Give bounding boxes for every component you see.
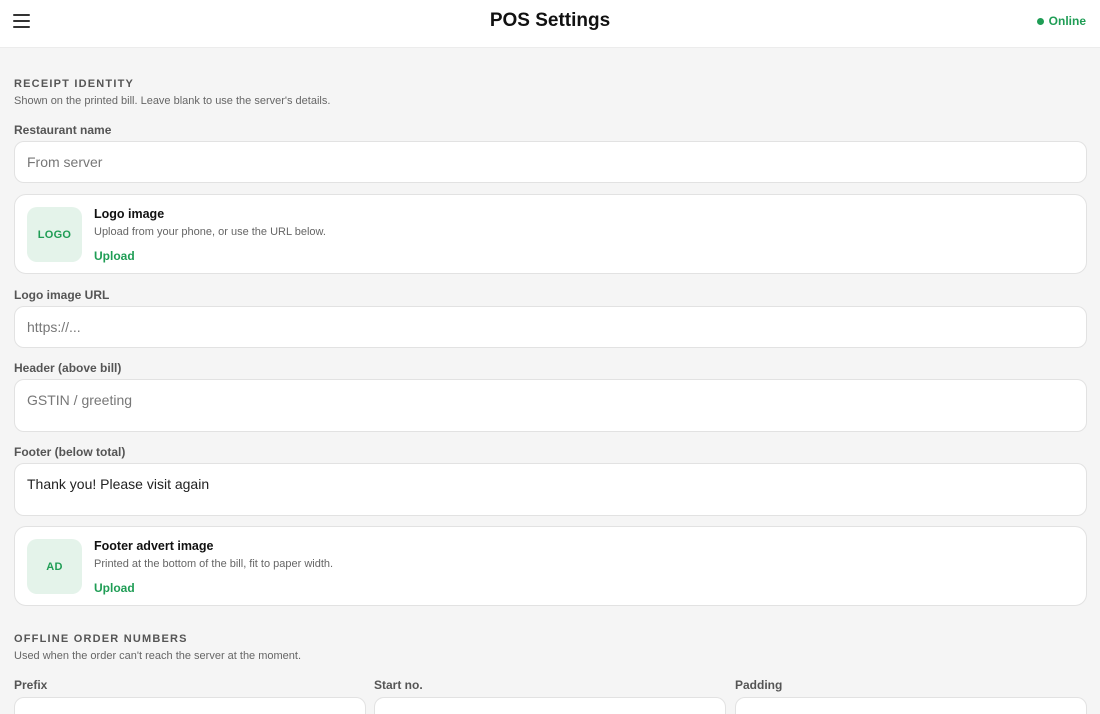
page-title: POS Settings: [489, 10, 611, 31]
logo-url-placeholder: https://...: [27, 319, 81, 335]
top-app-bar: POS Settings Online: [0, 0, 1100, 48]
connection-status: Online: [1036, 14, 1086, 28]
section-subtitle-offline-order-numbers: Used when the order can't reach the serv…: [14, 650, 302, 662]
restaurant-name-label: Restaurant name: [14, 123, 112, 137]
footer-advert-subtitle: Printed at the bottom of the bill, fit t…: [94, 558, 334, 570]
prefix-input[interactable]: [14, 697, 366, 714]
section-subtitle-receipt-identity: Shown on the printed bill. Leave blank t…: [14, 95, 331, 107]
footer-text-label: Footer (below total): [14, 445, 126, 459]
footer-advert-title: Footer advert image: [94, 539, 214, 553]
restaurant-name-input[interactable]: From server: [14, 141, 1087, 183]
footer-text-value: Thank you! Please visit again: [27, 476, 210, 492]
footer-advert-card: AD Footer advert image Printed at the bo…: [14, 526, 1087, 606]
logo-image-card: LOGO Logo image Upload from your phone, …: [14, 194, 1087, 274]
start-number-input[interactable]: [374, 697, 726, 714]
logo-image-title: Logo image: [94, 207, 165, 221]
logo-thumbnail: LOGO: [27, 207, 82, 262]
header-text-placeholder: GSTIN / greeting: [27, 392, 133, 408]
prefix-label: Prefix: [14, 678, 48, 692]
logo-image-subtitle: Upload from your phone, or use the URL b…: [94, 226, 326, 238]
header-text-label: Header (above bill): [14, 361, 122, 375]
advert-upload-button[interactable]: Upload: [94, 581, 135, 595]
padding-input[interactable]: [735, 697, 1087, 714]
header-text-input[interactable]: GSTIN / greeting: [14, 379, 1087, 432]
start-number-label: Start no.: [374, 678, 423, 692]
footer-text-input[interactable]: Thank you! Please visit again: [14, 463, 1087, 516]
logo-url-input[interactable]: https://...: [14, 306, 1087, 348]
advert-thumbnail: AD: [27, 539, 82, 594]
section-title-offline-order-numbers: OFFLINE ORDER NUMBERS: [14, 633, 188, 645]
status-label: Online: [1048, 14, 1086, 28]
restaurant-name-placeholder: From server: [27, 154, 103, 170]
section-title-receipt-identity: RECEIPT IDENTITY: [14, 78, 135, 90]
logo-upload-button[interactable]: Upload: [94, 249, 135, 263]
logo-url-label: Logo image URL: [14, 288, 110, 302]
status-dot-icon: [1036, 17, 1044, 25]
padding-label: Padding: [735, 678, 783, 692]
